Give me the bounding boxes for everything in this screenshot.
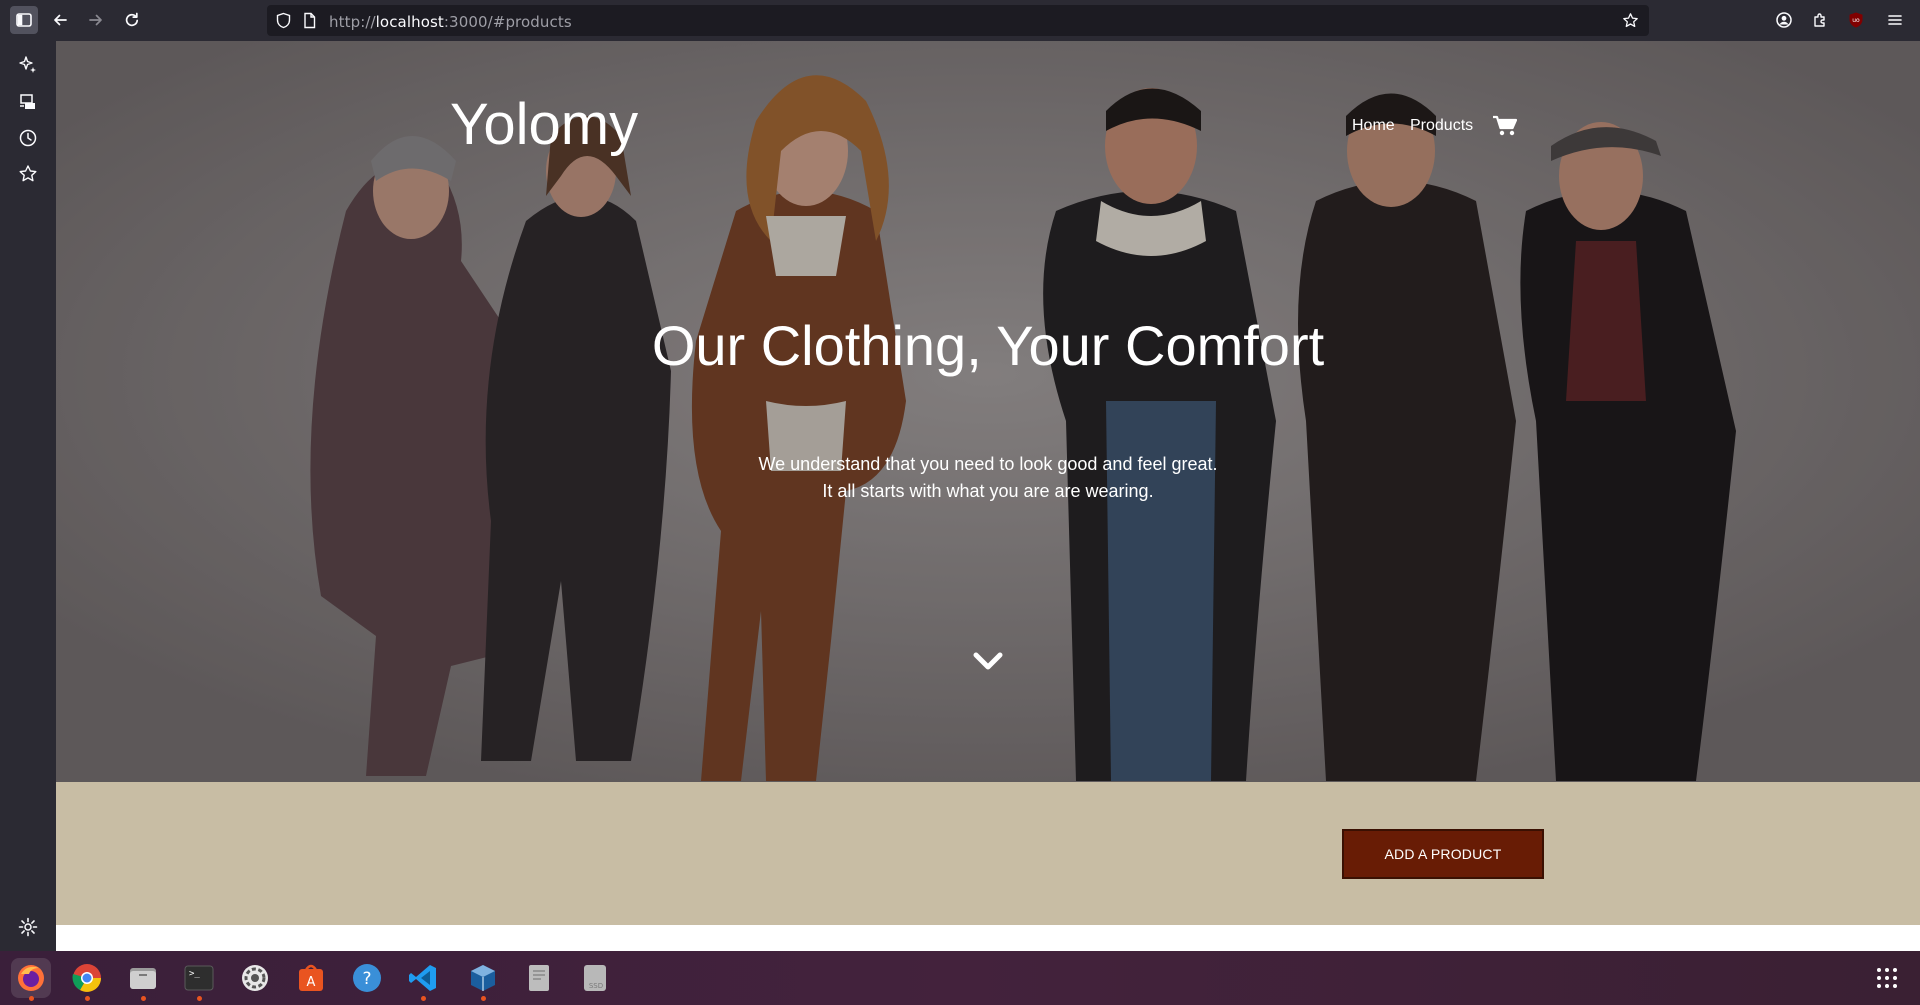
ublock-origin-button[interactable]: uo	[1842, 6, 1870, 34]
page-info-icon[interactable]	[301, 12, 318, 29]
tracking-protection-shield-icon[interactable]	[275, 12, 292, 29]
url-scheme: http://	[329, 13, 376, 31]
text-file-icon	[529, 965, 549, 991]
products-action-band	[56, 782, 1920, 925]
ai-chatbot-icon[interactable]	[17, 54, 39, 76]
extensions-button[interactable]	[1806, 6, 1834, 34]
nav-products-link[interactable]: Products	[1410, 117, 1473, 135]
help-icon: ?	[353, 964, 381, 992]
svg-text:A: A	[307, 975, 316, 990]
hamburger-menu-icon	[1888, 15, 1902, 25]
dock-app-center[interactable]: A	[291, 958, 331, 998]
dock-virtualbox[interactable]	[463, 958, 503, 1001]
synced-tabs-icon[interactable]	[17, 91, 39, 113]
running-indicator	[141, 996, 146, 1001]
running-indicator	[197, 996, 202, 1001]
dock-settings[interactable]	[235, 958, 275, 998]
app-menu-button[interactable]	[1881, 6, 1909, 34]
dock-show-apps[interactable]	[1867, 958, 1907, 998]
forward-button[interactable]	[82, 6, 110, 34]
account-icon	[1776, 12, 1792, 28]
sidebar-toggle-button[interactable]	[10, 6, 38, 34]
history-icon[interactable]	[17, 127, 39, 149]
dock-taskbar: >_ A ? SSD	[0, 951, 1920, 1005]
reload-button[interactable]	[118, 6, 146, 34]
bookmarks-icon[interactable]	[17, 163, 39, 185]
virtualbox-icon	[471, 965, 495, 991]
url-host: localhost	[375, 13, 444, 31]
account-button[interactable]	[1770, 6, 1798, 34]
hero-subline-1: We understand that you need to look good…	[758, 454, 1218, 474]
running-indicator	[29, 996, 34, 1001]
dock-vscode[interactable]	[403, 958, 443, 1001]
browser-toolbar: http://localhost:3000/#products uo	[0, 0, 1920, 41]
dock-ssd-drive[interactable]: SSD	[575, 958, 615, 998]
running-indicator	[421, 996, 426, 1001]
shopping-cart-icon[interactable]	[1493, 115, 1517, 137]
running-indicator	[85, 996, 90, 1001]
files-icon	[130, 968, 156, 989]
chrome-icon	[72, 964, 101, 992]
sidebar-toggle-icon	[16, 13, 32, 27]
puzzle-piece-icon	[1814, 13, 1825, 27]
forward-arrow-icon	[89, 14, 102, 26]
ssd-drive-icon: SSD	[584, 965, 606, 991]
web-page: Yolomy Home Products Our Clothing, Your …	[56, 41, 1920, 951]
svg-text:uo: uo	[1852, 17, 1860, 24]
reload-icon	[125, 12, 139, 27]
dock-files[interactable]	[123, 958, 163, 1001]
back-button[interactable]	[46, 6, 74, 34]
svg-text:?: ?	[362, 969, 371, 989]
browser-sidebar	[0, 41, 56, 951]
settings-icon[interactable]	[17, 916, 39, 938]
hero-subline-2: It all starts with what you are are wear…	[822, 481, 1154, 501]
terminal-icon: >_	[184, 965, 214, 991]
url-text[interactable]: http://localhost:3000/#products	[329, 13, 572, 31]
nav-home-link[interactable]: Home	[1352, 117, 1395, 135]
bookmark-star-icon[interactable]	[1622, 12, 1639, 29]
app-center-icon: A	[299, 964, 323, 991]
hero-section: Yolomy Home Products Our Clothing, Your …	[56, 41, 1920, 782]
settings-icon	[242, 965, 268, 991]
running-indicator	[481, 996, 486, 1001]
dock-terminal[interactable]: >_	[179, 958, 219, 1001]
show-apps-icon	[1877, 968, 1897, 988]
svg-text:SSD: SSD	[589, 982, 603, 990]
dock-firefox[interactable]	[11, 958, 51, 1001]
dock-chrome[interactable]	[67, 958, 107, 1001]
url-bar[interactable]: http://localhost:3000/#products	[267, 5, 1649, 36]
chevron-down-icon[interactable]	[973, 650, 1003, 672]
url-path: :3000/#products	[443, 13, 572, 31]
add-product-button[interactable]: ADD A PRODUCT	[1342, 829, 1544, 879]
dock-text-file[interactable]	[519, 958, 559, 998]
firefox-icon	[18, 965, 44, 991]
site-logo[interactable]: Yolomy	[450, 91, 638, 158]
dock-help[interactable]: ?	[347, 958, 387, 998]
ublock-shield-icon: uo	[1849, 12, 1863, 28]
svg-text:>_: >_	[189, 969, 200, 979]
vscode-icon	[409, 965, 436, 991]
back-arrow-icon	[54, 14, 67, 26]
hero-headline: Our Clothing, Your Comfort	[651, 314, 1325, 377]
